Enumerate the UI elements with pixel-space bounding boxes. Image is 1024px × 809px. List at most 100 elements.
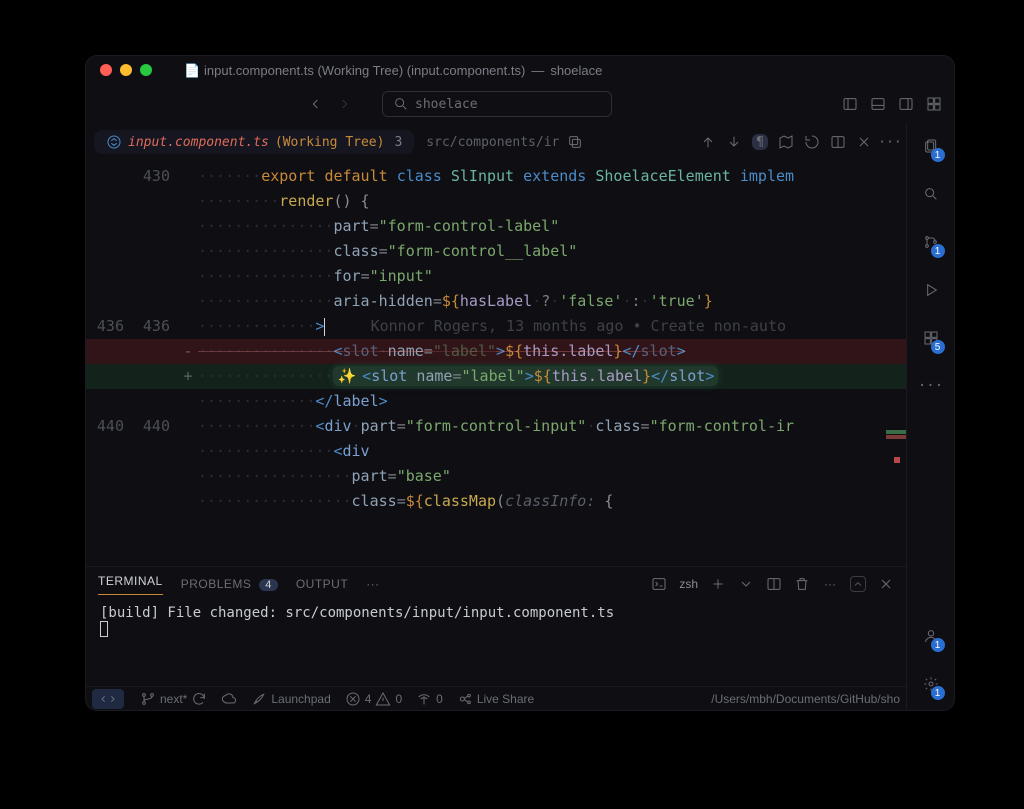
antenna-icon [416,691,432,707]
activity-settings[interactable]: 1 [923,676,939,696]
code-line[interactable]: 436436·············> Konnor Rogers, 13 m… [86,314,906,339]
tab-suffix: (Working Tree) [275,135,385,150]
scm-badge: 1 [931,244,945,258]
code-line[interactable]: ·········render() { [86,189,906,214]
code-line[interactable]: 430·······export default class SlInput e… [86,164,906,189]
editor-tab-active[interactable]: input.component.ts (Working Tree) 3 [94,130,414,154]
arrow-up-icon[interactable] [700,134,716,150]
liveshare-status[interactable]: Live Share [457,691,534,707]
editor-code-area[interactable]: 430·······export default class SlInput e… [86,160,906,566]
code-text: ·········render() { [198,189,906,214]
gutter-a [86,289,132,314]
code-line[interactable]: ···············<div [86,439,906,464]
search-placeholder: shoelace [415,97,478,112]
close-panel-icon[interactable] [878,576,894,592]
panel-tabs: TERMINAL PROBLEMS 4 OUTPUT ··· zsh [86,567,906,601]
panel-tab-output[interactable]: OUTPUT [296,577,348,591]
problems-status[interactable]: 4 0 [345,691,402,707]
gutter-a [86,439,132,464]
split-editor-icon[interactable] [830,134,846,150]
code-text: ·············> Konnor Rogers, 13 months … [198,314,906,339]
copy-icon[interactable] [567,134,583,150]
code-line[interactable]: ···············aria-hidden=${hasLabel·?·… [86,289,906,314]
panel-tab-problems[interactable]: PROBLEMS 4 [181,577,278,591]
code-text: ···············for="input" [198,264,906,289]
activity-search[interactable] [923,186,939,206]
remote-button[interactable] [92,689,124,709]
diff-sign [178,439,198,464]
minimize-window-button[interactable] [120,64,132,76]
ports-status[interactable]: 0 [416,691,443,707]
activity-more[interactable]: ··· [923,378,939,394]
top-navigation: shoelace [86,84,954,124]
title-filename: input.component.ts (Working Tree) (input… [204,63,525,78]
activity-explorer[interactable]: 1 [923,138,939,158]
code-line[interactable]: ·················class=${classMap(classI… [86,489,906,514]
launchpad-status[interactable]: Launchpad [251,691,330,707]
panel-tab-terminal[interactable]: TERMINAL [98,574,163,595]
tab-change-count: 3 [394,135,402,150]
terminal-body[interactable]: [build] File changed: src/components/inp… [86,601,906,686]
gutter-b [132,339,178,364]
chevron-down-icon[interactable] [738,576,754,592]
layout-panel-icon[interactable] [870,96,886,112]
gutter-b [132,439,178,464]
gutter-b [132,364,178,389]
terminal-profile-icon[interactable] [651,576,667,592]
layout-sidebar-right-icon[interactable] [898,96,914,112]
bottom-panel: TERMINAL PROBLEMS 4 OUTPUT ··· zsh [86,566,906,686]
code-line[interactable]: ·················part="base" [86,464,906,489]
new-terminal-icon[interactable] [710,576,726,592]
zoom-window-button[interactable] [140,64,152,76]
file-icon: 📄 [184,63,198,77]
activity-account[interactable]: 1 [923,628,939,648]
more-icon[interactable]: ··· [822,576,838,592]
minimap[interactable] [886,430,906,463]
gutter-a [86,364,132,389]
revert-icon[interactable] [804,134,820,150]
gutter-b [132,489,178,514]
layout-customize-icon[interactable] [926,96,942,112]
debug-icon [923,282,939,298]
breadcrumb-path[interactable]: src/components/ir [426,135,559,150]
code-text: ···············class="form-control__labe… [198,239,906,264]
code-line[interactable]: ···············class="form-control__labe… [86,239,906,264]
code-line[interactable]: 440440·············<div·part="form-contr… [86,414,906,439]
map-icon[interactable] [778,134,794,150]
account-badge: 1 [931,638,945,652]
code-text: ·············<div·part="form-control-inp… [198,414,906,439]
arrow-down-icon[interactable] [726,134,742,150]
activity-run-debug[interactable] [923,282,939,302]
gutter-a [86,264,132,289]
chevron-up-icon[interactable] [850,576,866,592]
activity-source-control[interactable]: 1 [923,234,939,254]
close-tab-icon[interactable] [856,134,872,150]
diff-sign [178,164,198,189]
code-line[interactable]: +···············✨<slot·name="label">${th… [86,364,906,389]
code-line[interactable]: ···············part="form-control-label" [86,214,906,239]
activity-extensions[interactable]: 5 [923,330,939,350]
diff-sign [178,264,198,289]
cloud-status[interactable] [221,691,237,707]
close-window-button[interactable] [100,64,112,76]
nav-forward-icon[interactable] [336,96,352,112]
split-terminal-icon[interactable] [766,576,782,592]
extensions-badge: 5 [931,340,945,354]
whitespace-toggle-icon[interactable]: ¶ [752,134,768,150]
nav-back-icon[interactable] [308,96,324,112]
statusbar: next* Launchpad 4 0 0 [86,686,906,710]
gutter-a [86,214,132,239]
code-line[interactable]: ·············</label> [86,389,906,414]
command-center-search[interactable]: shoelace [382,91,612,117]
more-icon[interactable]: ··· [882,134,898,150]
panel-tab-more-icon[interactable]: ··· [366,577,380,591]
terminal-shell-name[interactable]: zsh [679,577,698,591]
git-branch-status[interactable]: next* [140,691,207,707]
code-line[interactable]: ···············for="input" [86,264,906,289]
trash-icon[interactable] [794,576,810,592]
code-line[interactable]: -···············<slot·name="label">${thi… [86,339,906,364]
layout-sidebar-left-icon[interactable] [842,96,858,112]
problems-count-badge: 4 [259,579,278,591]
file-path-status[interactable]: /Users/mbh/Documents/GitHub/sho [711,692,900,706]
activity-bar: 1 1 5 ··· 1 [906,124,954,710]
